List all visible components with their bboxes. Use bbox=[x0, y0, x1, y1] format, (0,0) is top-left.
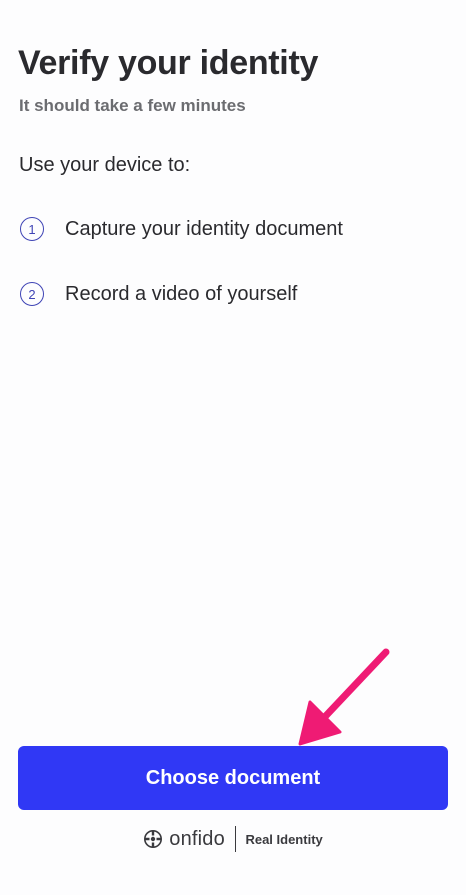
footer: onfido Real Identity bbox=[0, 826, 466, 852]
onfido-logo: onfido bbox=[143, 828, 225, 851]
step-number-2: 2 bbox=[20, 282, 44, 306]
page-subtitle: It should take a few minutes bbox=[19, 96, 246, 115]
step-capture-document: 1 Capture your identity document bbox=[20, 217, 343, 241]
step-record-video: 2 Record a video of yourself bbox=[20, 282, 297, 306]
step-label-2: Record a video of yourself bbox=[65, 282, 298, 305]
choose-document-button[interactable]: Choose document bbox=[18, 746, 448, 810]
onfido-wordmark: onfido bbox=[169, 827, 225, 850]
page-title: Verify your identity bbox=[18, 44, 319, 82]
footer-divider bbox=[234, 826, 237, 852]
verify-identity-screen: Verify your identity It should take a fe… bbox=[0, 0, 466, 895]
onfido-logo-icon bbox=[143, 829, 163, 849]
step-label-1: Capture your identity document bbox=[65, 217, 343, 240]
arrow-icon bbox=[298, 648, 390, 746]
footer-tagline: Real Identity bbox=[245, 831, 323, 847]
step-number-1: 1 bbox=[20, 217, 44, 241]
intro-text: Use your device to: bbox=[19, 154, 191, 176]
